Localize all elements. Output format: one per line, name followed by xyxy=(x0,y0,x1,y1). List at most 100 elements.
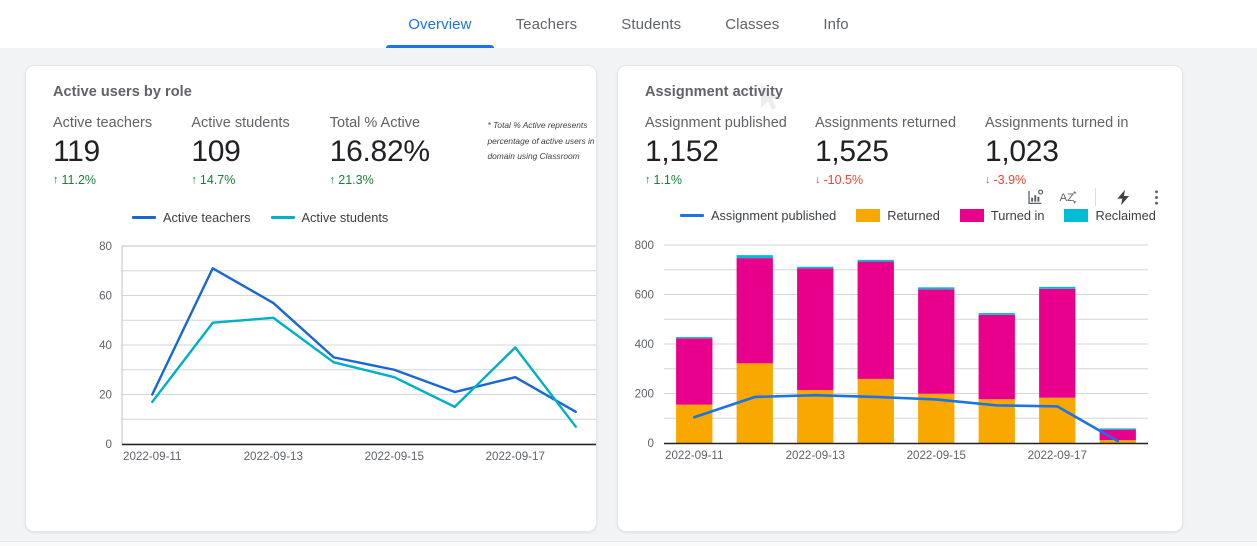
legend-item-reclaimed[interactable]: Reclaimed xyxy=(1064,208,1156,223)
tab-classes-label: Classes xyxy=(725,15,780,33)
svg-text:2022-09-12: 2022-09-12 xyxy=(183,468,242,469)
svg-text:2022-09-11: 2022-09-11 xyxy=(123,450,181,463)
active-users-line-chart[interactable]: 0 20 40 60 80 2022-09-11 2022-09-12 2022-09-13… xyxy=(26,234,597,469)
metric-active-students-delta: ↑ 14.7% xyxy=(191,172,329,188)
line-chart-y-tick-labels: 0 20 40 60 80 xyxy=(99,240,112,451)
arrow-up-icon: ↑ xyxy=(53,173,59,186)
arrow-down-icon: ↓ xyxy=(985,173,991,186)
metric-assignment-published-label: Assignment published xyxy=(645,115,787,131)
legend-item-assignment-published-label: Assignment published xyxy=(711,208,837,223)
svg-text:2022-09-15: 2022-09-15 xyxy=(907,449,966,462)
svg-text:800: 800 xyxy=(635,239,654,252)
svg-text:2022-09-13: 2022-09-13 xyxy=(244,450,303,463)
metric-assignments-returned-label: Assignments returned xyxy=(815,115,957,131)
metric-assignments-turned-in-label: Assignments turned in xyxy=(985,115,1129,131)
arrow-up-icon: ↑ xyxy=(329,173,336,186)
sort-alpha-icon[interactable]: AZ xyxy=(1058,187,1078,207)
legend-item-returned[interactable]: Returned xyxy=(856,208,940,223)
metric-active-teachers-value: 119 xyxy=(53,135,100,168)
left-card-metrics: Active teachers 119 ↑ 11.2% Active stude… xyxy=(26,100,596,188)
svg-text:2022-09-18: 2022-09-18 xyxy=(1088,467,1147,468)
tab-teachers-label: Teachers xyxy=(515,15,578,33)
legend-line-swatch-icon xyxy=(680,214,704,217)
insights-bolt-icon[interactable] xyxy=(1113,187,1133,207)
svg-text:2022-09-17: 2022-09-17 xyxy=(486,450,545,463)
legend-item-returned-label: Returned xyxy=(887,208,940,223)
metric-assignment-published: Assignment published 1,152 ↑ 1.1% xyxy=(645,114,815,188)
top-navigation-bar: Overview Teachers Students Classes Info xyxy=(0,0,1257,48)
metric-assignment-published-value: 1,152 xyxy=(645,135,719,168)
tab-students-label: Students xyxy=(621,15,682,33)
dashboard-page: Overview Teachers Students Classes Info … xyxy=(0,0,1257,546)
svg-text:2022-09-17: 2022-09-17 xyxy=(1028,449,1087,462)
svg-text:2022-09-12: 2022-09-12 xyxy=(725,467,784,468)
svg-text:2022-09-15: 2022-09-15 xyxy=(365,450,424,463)
svg-text:2022-09-18: 2022-09-18 xyxy=(546,468,597,469)
metric-assignments-returned-value: 1,525 xyxy=(815,135,889,168)
metric-assignments-turned-in-delta: ↓ -3.9% xyxy=(985,172,1160,188)
bar-chart-svg: 0200400600800 2022-09-112022-09-122022-0… xyxy=(635,239,1148,468)
left-chart-legend: Active teachers Active students xyxy=(26,210,596,225)
legend-item-active-students[interactable]: Active students xyxy=(270,210,389,225)
metric-active-students-delta-value: 14.7% xyxy=(199,173,236,187)
legend-item-active-teachers[interactable]: Active teachers xyxy=(132,210,251,225)
tab-teachers[interactable]: Teachers xyxy=(494,0,600,48)
metric-total-percent-active-value: 16.82% xyxy=(329,135,430,168)
svg-text:60: 60 xyxy=(99,290,112,303)
metric-assignment-published-delta-value: 1.1% xyxy=(653,173,683,187)
svg-text:200: 200 xyxy=(635,388,654,401)
line-chart-gridlines xyxy=(122,245,596,420)
legend-item-turned-in[interactable]: Turned in xyxy=(959,208,1044,223)
svg-text:2022-09-13: 2022-09-13 xyxy=(786,449,845,462)
line-chart-svg: 0 20 40 60 80 2022-09-11 2022-09-12 2022-09-13… xyxy=(99,240,597,469)
metric-assignment-published-delta: ↑ 1.1% xyxy=(645,172,815,188)
metric-total-percent-active-delta: ↑ 21.3% xyxy=(330,172,484,188)
more-options-icon[interactable] xyxy=(1146,187,1166,207)
svg-text:600: 600 xyxy=(635,289,654,302)
legend-box-swatch-icon xyxy=(959,209,984,222)
tab-classes[interactable]: Classes xyxy=(703,0,801,48)
svg-text:80: 80 xyxy=(99,240,112,253)
svg-text:2022-09-16: 2022-09-16 xyxy=(967,467,1026,468)
metric-active-teachers: Active teachers 119 ↑ 11.2% xyxy=(53,114,191,188)
tab-info-label: Info xyxy=(823,15,849,33)
legend-item-assignment-published[interactable]: Assignment published xyxy=(680,208,836,223)
svg-text:40: 40 xyxy=(99,339,112,352)
metric-assignments-turned-in: Assignments turned in 1,023 ↓ -3.9% xyxy=(985,114,1160,188)
tab-overview[interactable]: Overview xyxy=(386,0,494,48)
chart-settings-icon[interactable] xyxy=(1025,187,1045,207)
metric-assignments-returned-delta: ↓ -10.5% xyxy=(815,172,985,188)
legend-line-swatch-icon xyxy=(132,216,156,219)
page-bottom-divider xyxy=(0,541,1257,546)
assignment-activity-bar-chart[interactable]: 0200400600800 2022-09-112022-09-122022-0… xyxy=(618,233,1182,468)
tab-overview-label: Overview xyxy=(408,15,472,33)
legend-item-active-students-label: Active students xyxy=(301,210,389,225)
toolbar-divider xyxy=(1095,188,1096,206)
svg-text:2022-09-14: 2022-09-14 xyxy=(846,467,906,468)
chart-toolbar: AZ xyxy=(1025,187,1166,207)
right-card-metrics: Assignment published 1,152 ↑ 1.1% Assign… xyxy=(618,100,1182,188)
svg-text:2022-09-14: 2022-09-14 xyxy=(304,468,364,469)
svg-text:2022-09-16: 2022-09-16 xyxy=(425,468,484,469)
metric-active-teachers-delta: ↑ 11.2% xyxy=(53,172,191,188)
right-chart-legend: Assignment published Returned Turned in … xyxy=(618,208,1182,223)
legend-box-swatch-icon xyxy=(1064,209,1089,222)
metric-assignments-returned-delta-value: -10.5% xyxy=(823,173,864,187)
metric-assignments-turned-in-value: 1,023 xyxy=(985,135,1059,168)
svg-text:400: 400 xyxy=(635,338,654,351)
svg-text:2022-09-11: 2022-09-11 xyxy=(665,449,723,462)
nav-tab-list: Overview Teachers Students Classes Info xyxy=(386,0,870,48)
total-percent-active-footnote: * Total % Active represents percentage o… xyxy=(487,120,595,161)
arrow-up-icon: ↑ xyxy=(645,173,651,186)
legend-item-reclaimed-label: Reclaimed xyxy=(1095,208,1156,223)
bar-chart-x-tick-labels: 2022-09-11 2022-09-12 2022-09-13 2022-09-14… xyxy=(665,449,1147,468)
metric-total-percent-active-delta-value: 21.3% xyxy=(338,173,374,187)
metric-active-teachers-label: Active teachers xyxy=(53,115,153,131)
tab-info[interactable]: Info xyxy=(801,0,870,48)
line-chart-x-tick-labels: 2022-09-11 2022-09-12 2022-09-13 2022-09-14… xyxy=(123,450,597,469)
bar-chart-y-tick-labels: 0 200 400 600 800 xyxy=(635,239,654,450)
tab-students[interactable]: Students xyxy=(599,0,703,48)
legend-item-active-teachers-label: Active teachers xyxy=(163,210,251,225)
metric-active-students-label: Active students xyxy=(191,115,290,131)
svg-text:0: 0 xyxy=(106,438,112,451)
